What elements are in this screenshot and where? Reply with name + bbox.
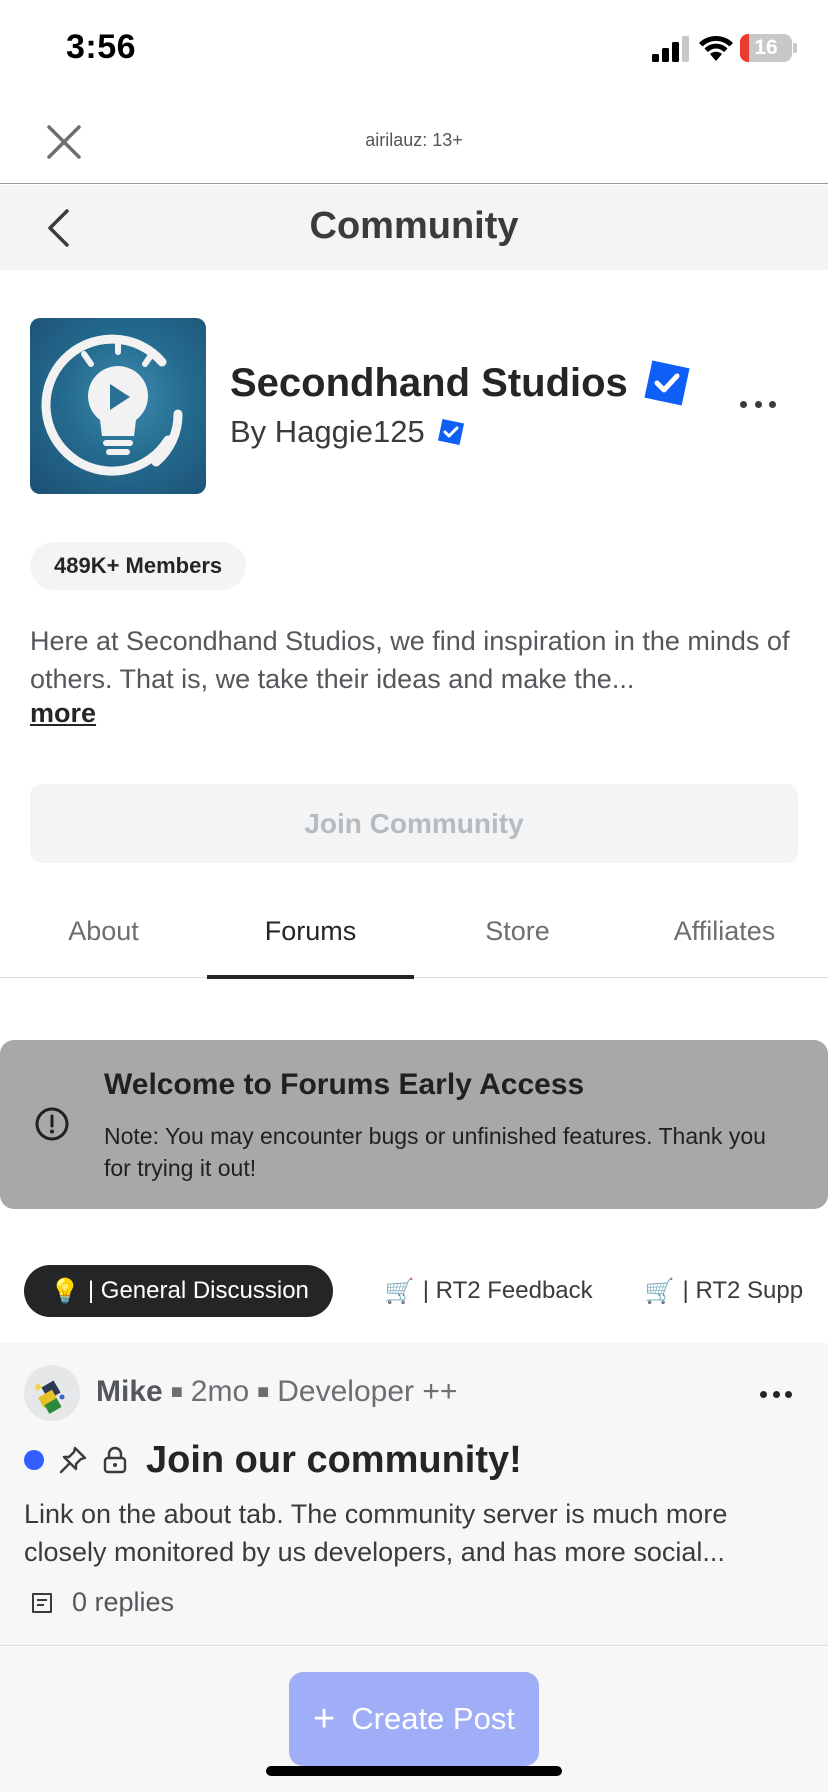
nav-header: Community <box>0 185 828 270</box>
pin-icon <box>59 1446 87 1474</box>
cellular-signal-icon <box>652 36 689 62</box>
unread-indicator <box>24 1450 44 1470</box>
chip-rt2-support[interactable]: 🛒 | RT2 Supp <box>633 1265 803 1317</box>
community-description: Here at Secondhand Studios, we find insp… <box>30 626 790 694</box>
chip-rt2-feedback[interactable]: 🛒 | RT2 Feedback <box>373 1265 593 1317</box>
members-count: 489K+ Members <box>30 542 247 590</box>
community-owner[interactable]: By Haggie125 <box>230 414 467 450</box>
community-logo <box>30 318 206 494</box>
shopping-cart-icon: 🛒 <box>644 1277 675 1305</box>
post-age: 2mo <box>190 1375 250 1408</box>
create-post-button[interactable]: + Create Post <box>289 1672 539 1766</box>
verified-badge-icon <box>437 418 464 446</box>
ellipsis-icon <box>740 400 747 408</box>
home-indicator[interactable] <box>266 1766 562 1776</box>
tab-affiliates[interactable]: Affiliates <box>621 884 828 978</box>
sheet-bar: airilauz: 13+ <box>0 100 828 184</box>
more-options-button[interactable] <box>740 392 776 416</box>
verified-badge-icon <box>644 360 690 406</box>
banner-body: Note: You may encounter bugs or unfinish… <box>104 1123 766 1181</box>
chip-label: | RT2 Feedback <box>422 1277 593 1304</box>
battery-nub <box>793 43 797 53</box>
ellipsis-icon <box>760 1391 767 1398</box>
post-title-row: Join our community! <box>24 1435 522 1485</box>
post-author-role: Developer ++ <box>277 1375 458 1408</box>
lightbulb-play-icon <box>41 334 183 476</box>
tab-store[interactable]: Store <box>414 884 621 978</box>
post-title[interactable]: Join our community! <box>146 1439 522 1482</box>
owner-byline: By Haggie125 <box>230 414 425 449</box>
status-time: 3:56 <box>66 28 137 66</box>
lock-icon <box>103 1446 127 1474</box>
early-access-banner: Welcome to Forums Early Access Note: You… <box>0 1040 828 1209</box>
tab-forums[interactable]: Forums <box>207 884 414 979</box>
shopping-cart-icon: 🛒 <box>384 1277 415 1305</box>
create-post-label: Create Post <box>351 1701 515 1736</box>
avatar[interactable] <box>24 1365 80 1421</box>
exclamation-circle-icon <box>35 1107 69 1141</box>
status-bar: 3:56 16 <box>0 0 828 100</box>
account-label: airilauz: 13+ <box>365 130 463 150</box>
post-card[interactable]: Mike ■ 2mo ■ Developer ++ Join our commu… <box>0 1343 828 1646</box>
replies-count: 0 replies <box>30 1587 174 1618</box>
battery-level: 16 <box>754 36 778 59</box>
more-link[interactable]: more <box>30 698 96 729</box>
tab-about[interactable]: About <box>0 884 207 978</box>
community-name-text: Secondhand Studios <box>230 360 628 405</box>
post-author[interactable]: Mike <box>96 1375 163 1409</box>
lightbulb-icon: 💡 <box>50 1277 80 1305</box>
comment-icon <box>32 1592 52 1613</box>
join-community-button[interactable]: Join Community <box>30 784 798 863</box>
wifi-icon <box>699 35 733 61</box>
chip-label: | General Discussion <box>87 1277 309 1304</box>
banner-title: Welcome to Forums Early Access <box>104 1068 585 1101</box>
community-name: Secondhand Studios <box>230 356 694 410</box>
post-more-button[interactable] <box>760 1391 792 1399</box>
page-title: Community <box>309 205 519 247</box>
post-meta: Mike ■ 2mo ■ Developer ++ <box>96 1375 458 1409</box>
forum-category-chips: 💡 | General Discussion 🛒 | RT2 Feedback … <box>24 1265 828 1317</box>
tab-bar: About Forums Store Affiliates <box>0 884 828 979</box>
post-body: Link on the about tab. The community ser… <box>24 1499 728 1567</box>
battery-icon: 16 <box>740 34 792 62</box>
avatar-figure <box>35 1380 65 1414</box>
chip-label: | RT2 Supp <box>682 1277 804 1304</box>
replies-label: 0 replies <box>72 1587 175 1617</box>
chip-general-discussion[interactable]: 💡 | General Discussion <box>24 1265 333 1317</box>
plus-icon: + <box>313 1697 336 1740</box>
